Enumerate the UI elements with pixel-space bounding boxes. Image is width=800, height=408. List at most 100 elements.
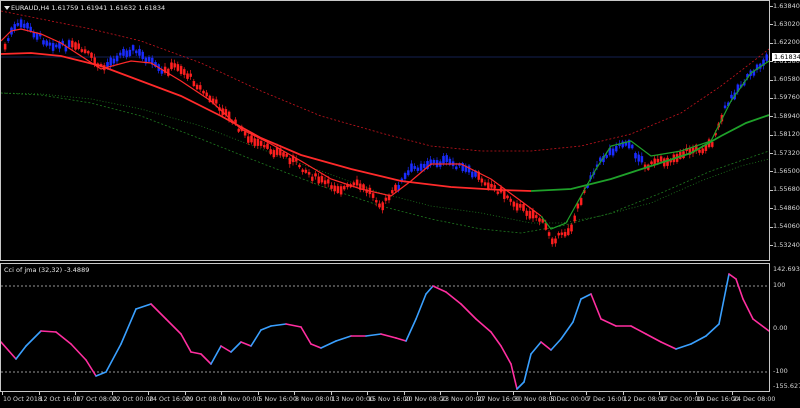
candle-body: [87, 51, 90, 54]
candle-body: [445, 155, 448, 163]
cci-segment: [180, 333, 192, 353]
candle-body: [288, 158, 292, 165]
cci-segment: [540, 341, 552, 351]
candle-body: [125, 50, 128, 58]
cci-segment: [55, 331, 72, 345]
candle-body: [343, 186, 346, 190]
cci-segment: [600, 318, 617, 327]
candle-body: [42, 40, 45, 45]
cci-segment: [25, 330, 42, 347]
candle-body: [576, 203, 580, 209]
candle-body: [55, 44, 58, 48]
cci-segment: [15, 345, 27, 360]
candle-body: [77, 43, 80, 49]
cci-segment: [590, 293, 602, 320]
price-tick-label: 1.63020: [773, 19, 800, 28]
time-tick-label: 22 Oct 00:00: [112, 396, 154, 403]
price-axis[interactable]: 1.638401.630201.622001.613801.605801.597…: [770, 0, 800, 261]
time-tick-label: 5 Nov 16:00: [258, 396, 297, 403]
time-axis[interactable]: 10 Oct 2018 12 Oct 16:00 17 Oct 08:00 22 Oc…: [0, 392, 800, 408]
candle-body: [391, 190, 394, 194]
cci-segment: [560, 321, 574, 340]
candle-body: [403, 173, 407, 179]
cci-segment: [85, 359, 97, 377]
candle-body: [51, 43, 55, 51]
candle-body: [371, 193, 375, 198]
candle-body: [301, 169, 304, 173]
candle-body: [106, 62, 109, 67]
candle-body: [269, 149, 272, 155]
time-tick-mark: [732, 392, 733, 395]
candle-body: [183, 69, 186, 75]
time-tick-mark: [403, 392, 405, 395]
cci-segment: [230, 341, 242, 353]
indicator-pane[interactable]: [0, 263, 770, 392]
price-tick-label: 1.55680: [773, 185, 800, 194]
cci-segment: [250, 329, 262, 347]
candle-body: [282, 152, 285, 157]
cci-segment: [432, 285, 447, 293]
candle-body: [442, 155, 445, 164]
symbol-dropdown-icon[interactable]: [4, 6, 10, 10]
time-tick-mark: [75, 392, 76, 395]
candle-body: [304, 169, 308, 173]
candle-body: [19, 19, 23, 28]
candle-body: [112, 58, 116, 64]
candle-body: [384, 197, 388, 201]
time-tick-label: 1 Nov 00:00: [222, 396, 261, 403]
candle-body: [32, 32, 36, 38]
indicator-axis[interactable]: 142.6934 100 0.00 -100 -155.6275: [770, 263, 800, 392]
cci-segment: [40, 330, 57, 333]
candle-body: [80, 49, 84, 52]
cci-segment: [523, 353, 532, 383]
candle-body: [90, 52, 93, 58]
candle-body: [259, 140, 263, 146]
candle-body: [493, 185, 496, 189]
indicator-canvas: [1, 273, 769, 390]
candle-body: [487, 182, 490, 189]
jma-line-red: [1, 52, 532, 192]
candle-body: [115, 55, 119, 62]
cci-segment: [365, 333, 382, 337]
time-tick-label: 7 Dec 16:00: [587, 396, 626, 403]
time-tick-mark: [148, 392, 149, 395]
candle-body: [538, 218, 541, 222]
price-tick-label: 1.53240: [773, 240, 800, 249]
candle-body: [512, 201, 516, 207]
candle-body: [506, 195, 509, 199]
cci-segment: [415, 293, 427, 320]
cci-segment: [70, 343, 87, 361]
candle-body: [355, 179, 359, 186]
candle-body: [93, 57, 96, 65]
time-tick-label: 24 Dec 08:00: [733, 396, 776, 403]
cci-segment: [95, 371, 107, 377]
candle-body: [509, 198, 512, 202]
candle-body: [256, 138, 260, 146]
cci-segment: [645, 333, 662, 343]
candle-body: [579, 197, 583, 205]
candle-body: [176, 64, 180, 71]
candle-body: [141, 51, 144, 60]
candle-body: [320, 176, 324, 183]
candle-body: [314, 173, 317, 177]
candle-body: [327, 179, 330, 184]
jma-line-green: [530, 114, 769, 192]
cci-segment: [445, 291, 462, 305]
cci-segment: [220, 345, 232, 353]
time-tick-mark: [2, 392, 3, 395]
candle-body: [656, 158, 660, 163]
time-tick-label: 24 Oct 16:00: [149, 396, 191, 403]
candle-body: [394, 184, 397, 191]
price-chart-pane[interactable]: [0, 0, 770, 261]
time-tick-mark: [257, 392, 259, 395]
candle-body: [285, 153, 288, 157]
cci-segment: [630, 325, 647, 335]
cci-segment: [752, 318, 769, 332]
candle-body: [71, 40, 74, 48]
candle-body: [554, 238, 557, 244]
candle-body: [711, 141, 714, 147]
candle-body: [266, 143, 269, 149]
candle-body: [119, 52, 122, 56]
cci-segment: [718, 273, 730, 325]
cci-segment: [742, 298, 754, 320]
